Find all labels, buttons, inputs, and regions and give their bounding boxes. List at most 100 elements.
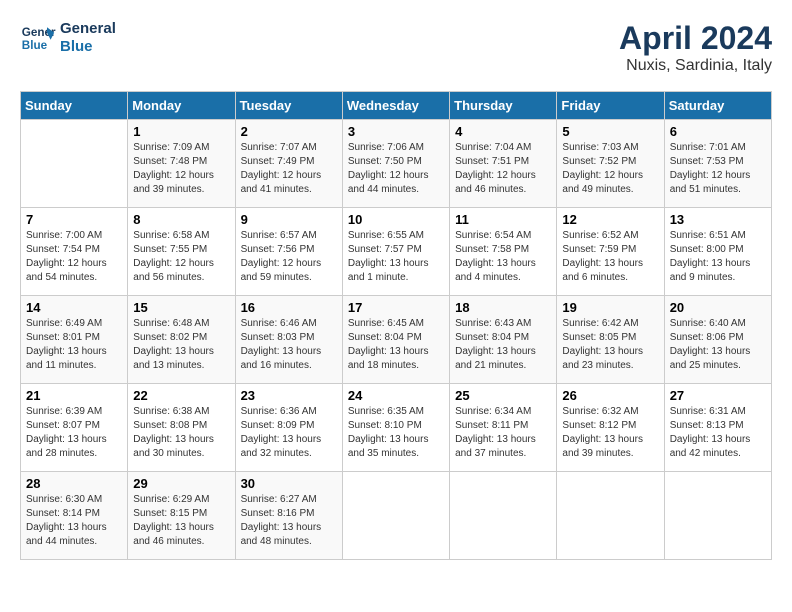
day-info: Sunrise: 6:48 AMSunset: 8:02 PMDaylight:… [133, 317, 229, 373]
calendar-body: 1 Sunrise: 7:09 AMSunset: 7:48 PMDaylight… [21, 120, 772, 560]
day-info: Sunrise: 7:06 AMSunset: 7:50 PMDaylight:… [348, 141, 444, 197]
logo-blue: Blue [60, 38, 116, 56]
day-number: 28 [26, 476, 122, 491]
day-info: Sunrise: 6:31 AMSunset: 8:13 PMDaylight:… [670, 405, 766, 461]
svg-text:Blue: Blue [22, 39, 48, 52]
calendar-cell [557, 472, 664, 560]
location: Nuxis, Sardinia, Italy [619, 57, 772, 75]
weekday-header-tuesday: Tuesday [235, 92, 342, 120]
day-info: Sunrise: 7:09 AMSunset: 7:48 PMDaylight:… [133, 141, 229, 197]
day-info: Sunrise: 6:35 AMSunset: 8:10 PMDaylight:… [348, 405, 444, 461]
day-info: Sunrise: 6:45 AMSunset: 8:04 PMDaylight:… [348, 317, 444, 373]
month-title: April 2024 [619, 20, 772, 57]
calendar-cell [664, 472, 771, 560]
calendar-week-3: 14 Sunrise: 6:49 AMSunset: 8:01 PMDayligh… [21, 296, 772, 384]
day-number: 15 [133, 300, 229, 315]
day-number: 4 [455, 124, 551, 139]
title-block: April 2024 Nuxis, Sardinia, Italy [619, 20, 772, 75]
day-info: Sunrise: 6:49 AMSunset: 8:01 PMDaylight:… [26, 317, 122, 373]
day-number: 18 [455, 300, 551, 315]
calendar-week-2: 7 Sunrise: 7:00 AMSunset: 7:54 PMDaylight… [21, 208, 772, 296]
calendar-week-1: 1 Sunrise: 7:09 AMSunset: 7:48 PMDaylight… [21, 120, 772, 208]
calendar-cell: 9 Sunrise: 6:57 AMSunset: 7:56 PMDaylight… [235, 208, 342, 296]
calendar-header-row: SundayMondayTuesdayWednesdayThursdayFrid… [21, 92, 772, 120]
calendar-cell: 10Sunrise: 6:55 AMSunset: 7:57 PMDayligh… [342, 208, 449, 296]
calendar-cell: 24 Sunrise: 6:35 AMSunset: 8:10 PMDayligh… [342, 384, 449, 472]
calendar-cell: 21 Sunrise: 6:39 AMSunset: 8:07 PMDayligh… [21, 384, 128, 472]
day-number: 29 [133, 476, 229, 491]
calendar-cell: 12Sunrise: 6:52 AMSunset: 7:59 PMDayligh… [557, 208, 664, 296]
logo-general: General [60, 20, 116, 38]
day-number: 21 [26, 388, 122, 403]
calendar-cell: 27 Sunrise: 6:31 AMSunset: 8:13 PMDayligh… [664, 384, 771, 472]
day-number: 3 [348, 124, 444, 139]
page-header: General Blue General Blue April 2024 Nux… [20, 20, 772, 75]
weekday-header-thursday: Thursday [450, 92, 557, 120]
calendar-cell: 18 Sunrise: 6:43 AMSunset: 8:04 PMDayligh… [450, 296, 557, 384]
day-number: 2 [241, 124, 337, 139]
day-number: 13 [670, 212, 766, 227]
calendar-week-5: 28 Sunrise: 6:30 AMSunset: 8:14 PMDayligh… [21, 472, 772, 560]
day-info: Sunrise: 6:42 AMSunset: 8:05 PMDaylight:… [562, 317, 658, 373]
calendar-cell: 2 Sunrise: 7:07 AMSunset: 7:49 PMDaylight… [235, 120, 342, 208]
calendar-week-4: 21 Sunrise: 6:39 AMSunset: 8:07 PMDayligh… [21, 384, 772, 472]
calendar-cell: 11 Sunrise: 6:54 AMSunset: 7:58 PMDayligh… [450, 208, 557, 296]
weekday-header-saturday: Saturday [664, 92, 771, 120]
day-info: Sunrise: 6:32 AMSunset: 8:12 PMDaylight:… [562, 405, 658, 461]
calendar-cell: 8 Sunrise: 6:58 AMSunset: 7:55 PMDaylight… [128, 208, 235, 296]
calendar-cell: 16 Sunrise: 6:46 AMSunset: 8:03 PMDayligh… [235, 296, 342, 384]
day-number: 22 [133, 388, 229, 403]
day-info: Sunrise: 7:01 AMSunset: 7:53 PMDaylight:… [670, 141, 766, 197]
calendar-cell: 30Sunrise: 6:27 AMSunset: 8:16 PMDayligh… [235, 472, 342, 560]
day-info: Sunrise: 6:30 AMSunset: 8:14 PMDaylight:… [26, 493, 122, 549]
day-info: Sunrise: 6:46 AMSunset: 8:03 PMDaylight:… [241, 317, 337, 373]
day-number: 17 [348, 300, 444, 315]
day-number: 24 [348, 388, 444, 403]
day-number: 7 [26, 212, 122, 227]
day-number: 16 [241, 300, 337, 315]
calendar-cell [21, 120, 128, 208]
calendar-cell: 13 Sunrise: 6:51 AMSunset: 8:00 PMDayligh… [664, 208, 771, 296]
calendar-cell: 3 Sunrise: 7:06 AMSunset: 7:50 PMDaylight… [342, 120, 449, 208]
calendar-table: SundayMondayTuesdayWednesdayThursdayFrid… [20, 91, 772, 560]
weekday-header-friday: Friday [557, 92, 664, 120]
calendar-cell: 25Sunrise: 6:34 AMSunset: 8:11 PMDayligh… [450, 384, 557, 472]
day-info: Sunrise: 6:51 AMSunset: 8:00 PMDaylight:… [670, 229, 766, 285]
day-number: 8 [133, 212, 229, 227]
calendar-cell: 4 Sunrise: 7:04 AMSunset: 7:51 PMDaylight… [450, 120, 557, 208]
weekday-header-sunday: Sunday [21, 92, 128, 120]
day-info: Sunrise: 6:43 AMSunset: 8:04 PMDaylight:… [455, 317, 551, 373]
day-info: Sunrise: 6:39 AMSunset: 8:07 PMDaylight:… [26, 405, 122, 461]
calendar-cell: 7 Sunrise: 7:00 AMSunset: 7:54 PMDaylight… [21, 208, 128, 296]
day-info: Sunrise: 7:07 AMSunset: 7:49 PMDaylight:… [241, 141, 337, 197]
day-info: Sunrise: 6:40 AMSunset: 8:06 PMDaylight:… [670, 317, 766, 373]
day-number: 30 [241, 476, 337, 491]
calendar-cell: 23Sunrise: 6:36 AMSunset: 8:09 PMDayligh… [235, 384, 342, 472]
calendar-cell: 29Sunrise: 6:29 AMSunset: 8:15 PMDayligh… [128, 472, 235, 560]
day-info: Sunrise: 6:38 AMSunset: 8:08 PMDaylight:… [133, 405, 229, 461]
day-number: 5 [562, 124, 658, 139]
weekday-header-monday: Monday [128, 92, 235, 120]
day-number: 26 [562, 388, 658, 403]
day-info: Sunrise: 7:04 AMSunset: 7:51 PMDaylight:… [455, 141, 551, 197]
day-number: 14 [26, 300, 122, 315]
calendar-cell: 28 Sunrise: 6:30 AMSunset: 8:14 PMDayligh… [21, 472, 128, 560]
day-number: 1 [133, 124, 229, 139]
calendar-cell [342, 472, 449, 560]
day-number: 12 [562, 212, 658, 227]
day-info: Sunrise: 6:34 AMSunset: 8:11 PMDaylight:… [455, 405, 551, 461]
day-number: 11 [455, 212, 551, 227]
day-number: 20 [670, 300, 766, 315]
calendar-cell: 1 Sunrise: 7:09 AMSunset: 7:48 PMDaylight… [128, 120, 235, 208]
day-number: 9 [241, 212, 337, 227]
day-info: Sunrise: 6:58 AMSunset: 7:55 PMDaylight:… [133, 229, 229, 285]
calendar-cell: 20 Sunrise: 6:40 AMSunset: 8:06 PMDayligh… [664, 296, 771, 384]
day-info: Sunrise: 7:00 AMSunset: 7:54 PMDaylight:… [26, 229, 122, 285]
day-number: 6 [670, 124, 766, 139]
day-number: 19 [562, 300, 658, 315]
day-info: Sunrise: 6:54 AMSunset: 7:58 PMDaylight:… [455, 229, 551, 285]
day-number: 23 [241, 388, 337, 403]
day-info: Sunrise: 6:57 AMSunset: 7:56 PMDaylight:… [241, 229, 337, 285]
day-number: 27 [670, 388, 766, 403]
calendar-cell: 19 Sunrise: 6:42 AMSunset: 8:05 PMDayligh… [557, 296, 664, 384]
